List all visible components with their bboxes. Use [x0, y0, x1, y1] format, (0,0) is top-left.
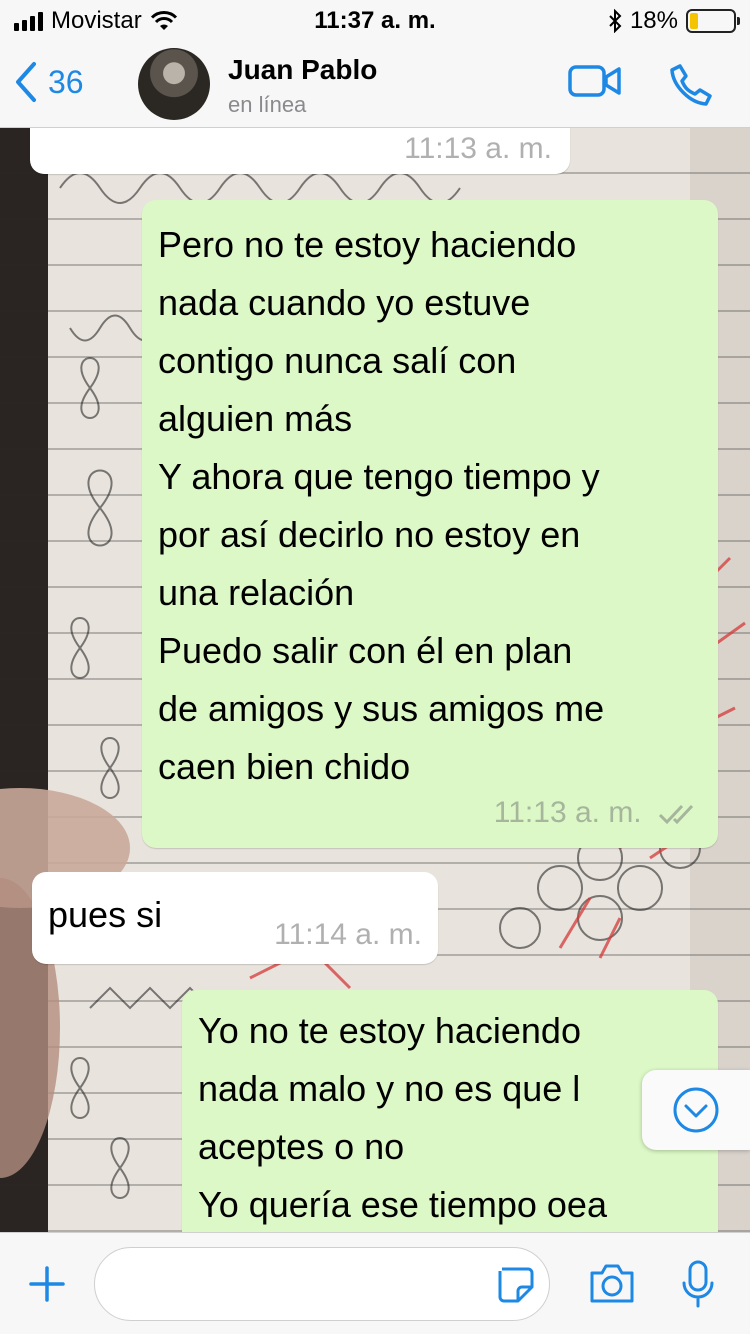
- read-receipt-icon: [658, 805, 694, 825]
- composer-bar: [0, 1232, 750, 1334]
- message-bubble[interactable]: pues si 11:14 a. m.: [32, 872, 438, 964]
- battery-percent: 18%: [629, 7, 678, 34]
- contact-name[interactable]: Juan Pablo: [228, 54, 377, 86]
- unread-count: 36: [48, 63, 84, 100]
- plus-icon[interactable]: [28, 1265, 66, 1303]
- avatar[interactable]: [138, 48, 210, 120]
- status-right: 18%: [608, 7, 740, 35]
- message-bubble[interactable]: 11:13 a. m.: [30, 128, 570, 174]
- back-button[interactable]: 36: [14, 60, 84, 104]
- message-bubble[interactable]: Yo no te estoy haciendo nada malo y no e…: [182, 990, 718, 1232]
- chat-area[interactable]: 11:13 a. m. Pero no te estoy haciendo na…: [0, 128, 750, 1232]
- message-text: Pero no te estoy haciendo nada cuando yo…: [158, 224, 605, 787]
- scroll-to-bottom-button[interactable]: [642, 1070, 750, 1150]
- microphone-icon[interactable]: [680, 1259, 716, 1309]
- message-bubble[interactable]: Pero no te estoy haciendo nada cuando yo…: [142, 200, 718, 848]
- video-call-icon[interactable]: [568, 62, 622, 100]
- sticker-icon[interactable]: [496, 1265, 534, 1303]
- chat-header: 36 Juan Pablo en línea: [0, 40, 750, 128]
- status-bar: Movistar 11:37 a. m. 18%: [0, 0, 750, 40]
- chevron-down-circle-icon: [673, 1087, 719, 1133]
- bluetooth-icon: [609, 9, 622, 33]
- message-time: 11:13 a. m.: [404, 132, 552, 165]
- phone-icon[interactable]: [668, 62, 714, 108]
- battery-fill: [690, 13, 698, 29]
- message-text: Yo no te estoy haciendo nada malo y no e…: [198, 1010, 607, 1225]
- message-time-row: 11:13 a. m.: [158, 796, 700, 830]
- message-time: 11:14 a. m.: [274, 918, 422, 951]
- message-text: pues si: [48, 894, 163, 935]
- camera-icon[interactable]: [588, 1261, 636, 1305]
- battery-icon: [686, 9, 740, 33]
- message-input[interactable]: [94, 1247, 550, 1321]
- message-time: 11:13 a. m.: [493, 796, 642, 829]
- contact-status: en línea: [228, 92, 307, 117]
- back-chevron-icon: [16, 62, 36, 102]
